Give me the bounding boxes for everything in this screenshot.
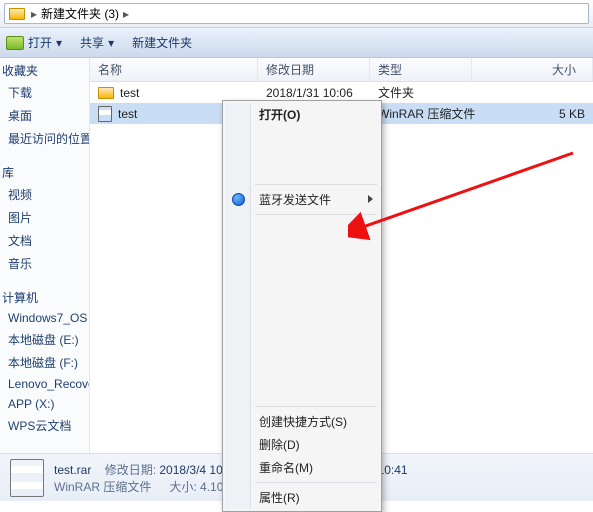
sidebar-item[interactable]: WPS云文档 [0, 414, 89, 437]
nav-group-favorites[interactable]: 收藏夹 [0, 58, 89, 81]
menu-open[interactable]: 打开(O) [225, 103, 379, 126]
new-folder-button[interactable]: 新建文件夹 [132, 34, 192, 51]
new-folder-label: 新建文件夹 [132, 34, 192, 51]
menu-separator [255, 184, 377, 185]
col-size[interactable]: 大小 [472, 58, 593, 81]
sidebar-item[interactable]: 图片 [0, 206, 89, 229]
file-size: 5 KB [472, 107, 593, 121]
dropdown-arrow-icon: ▾ [56, 36, 62, 50]
menu-properties[interactable]: 属性(R) [225, 486, 379, 509]
column-headers: 名称 修改日期 类型 大小 [90, 58, 593, 82]
sidebar-item[interactable]: 最近访问的位置 [0, 127, 89, 150]
col-type[interactable]: 类型 [370, 58, 472, 81]
menu-delete[interactable]: 删除(D) [225, 433, 379, 456]
archive-icon [98, 106, 112, 122]
sidebar-item[interactable]: 本地磁盘 (E:) [0, 328, 89, 351]
nav-group-network[interactable]: 网络 [0, 447, 89, 453]
sidebar-item[interactable]: 本地磁盘 (F:) [0, 351, 89, 374]
col-date[interactable]: 修改日期 [258, 58, 370, 81]
sidebar-item[interactable]: Lenovo_Recovery ( [0, 374, 89, 394]
share-label: 共享 [80, 34, 104, 51]
file-date: 2018/1/31 10:06 [258, 86, 370, 100]
open-icon [6, 36, 24, 50]
menu-separator [255, 482, 377, 483]
sidebar-item[interactable]: APP (X:) [0, 394, 89, 414]
menu-rename[interactable]: 重命名(M) [225, 456, 379, 479]
col-name[interactable]: 名称 [90, 58, 258, 81]
file-list: 名称 修改日期 类型 大小 test 2018/1/31 10:06 文件夹 t… [90, 58, 593, 453]
sidebar-item[interactable]: 视频 [0, 183, 89, 206]
details-type: WinRAR 压缩文件 [54, 478, 151, 495]
nav-group-computer[interactable]: 计算机 [0, 285, 89, 308]
folder-icon [9, 8, 25, 20]
chevron-right-icon: ▸ [123, 7, 129, 21]
bluetooth-icon [232, 193, 245, 206]
file-name: test [118, 107, 137, 121]
address-bar: ▸ 新建文件夹 (3) ▸ [0, 0, 593, 28]
sidebar: 收藏夹 下载 桌面 最近访问的位置 库 视频 图片 文档 音乐 计算机 Wind… [0, 58, 90, 453]
menu-create-shortcut[interactable]: 创建快捷方式(S) [225, 410, 379, 433]
folder-icon [98, 87, 114, 99]
annotation-arrow [348, 148, 578, 268]
submenu-arrow-icon [368, 195, 373, 203]
sidebar-item[interactable]: 音乐 [0, 252, 89, 275]
file-type: 文件夹 [370, 84, 472, 101]
sidebar-item[interactable]: 桌面 [0, 104, 89, 127]
menu-separator [255, 406, 377, 407]
context-menu: 打开(O) 蓝牙发送文件 创建快捷方式(S) 删除(D) 重命名(M) 属性(R… [222, 100, 382, 512]
breadcrumb[interactable]: ▸ 新建文件夹 (3) ▸ [4, 3, 589, 24]
chevron-right-icon: ▸ [31, 7, 37, 21]
sidebar-item[interactable]: Windows7_OS (C:) [0, 308, 89, 328]
open-label: 打开 [28, 34, 52, 51]
details-size-label: 大小: [169, 480, 196, 494]
breadcrumb-segment[interactable]: 新建文件夹 (3) [41, 5, 119, 22]
archive-icon [10, 459, 44, 497]
share-button[interactable]: 共享 ▾ [80, 34, 114, 51]
file-type: WinRAR 压缩文件 [370, 105, 472, 122]
sidebar-item[interactable]: 文档 [0, 229, 89, 252]
file-name: test [120, 86, 139, 100]
sidebar-item[interactable]: 下载 [0, 81, 89, 104]
dropdown-arrow-icon: ▾ [108, 36, 114, 50]
details-mod-label: 修改日期: [105, 463, 156, 477]
open-button[interactable]: 打开 ▾ [6, 34, 62, 51]
nav-group-libraries[interactable]: 库 [0, 160, 89, 183]
menu-separator [255, 214, 377, 215]
menu-bluetooth-send[interactable]: 蓝牙发送文件 [225, 188, 379, 211]
toolbar: 打开 ▾ 共享 ▾ 新建文件夹 [0, 28, 593, 58]
details-filename: test.rar [54, 463, 91, 477]
